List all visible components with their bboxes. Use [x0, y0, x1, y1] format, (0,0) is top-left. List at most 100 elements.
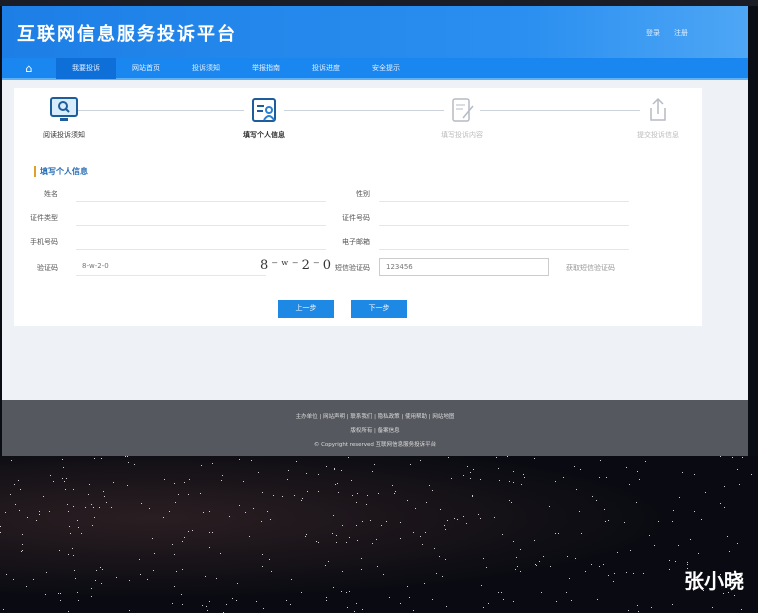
star	[173, 483, 175, 485]
star	[432, 598, 434, 600]
phone-input[interactable]	[76, 232, 326, 250]
star	[650, 607, 652, 609]
star	[414, 507, 416, 509]
star	[356, 603, 358, 605]
star	[535, 564, 537, 566]
next-button[interactable]: 下一步	[351, 300, 407, 318]
star	[563, 476, 565, 478]
star	[639, 478, 641, 480]
star	[451, 478, 453, 480]
star	[101, 457, 103, 459]
star	[85, 507, 87, 509]
name-input[interactable]	[76, 184, 326, 202]
star	[353, 610, 355, 612]
star	[509, 499, 511, 501]
star	[682, 472, 684, 474]
email-input[interactable]	[379, 232, 629, 250]
star	[367, 495, 369, 497]
star	[189, 479, 191, 481]
star	[599, 477, 601, 479]
star	[377, 492, 379, 494]
star	[345, 592, 347, 594]
star	[62, 459, 63, 461]
get-sms-code-link[interactable]: 获取短信验证码	[566, 263, 615, 273]
star	[315, 540, 317, 542]
star	[317, 473, 319, 475]
id-number-input[interactable]	[379, 208, 629, 226]
star	[731, 457, 733, 459]
prev-button[interactable]: 上一步	[278, 300, 334, 318]
star	[261, 492, 263, 494]
nav-item-4[interactable]: 投诉进度	[296, 57, 356, 79]
star	[245, 511, 247, 513]
star	[66, 503, 68, 505]
home-icon[interactable]: ⌂	[2, 62, 56, 75]
star	[239, 505, 241, 507]
star	[325, 565, 327, 567]
form-row: 姓名 性别	[14, 184, 702, 206]
phone-label: 手机号码	[30, 238, 58, 246]
star	[208, 532, 210, 534]
captcha-image[interactable]: 8⁻ʷ⁻2⁻0	[260, 258, 334, 273]
star	[183, 481, 185, 483]
star	[67, 511, 69, 512]
star	[431, 489, 433, 491]
star	[377, 565, 379, 567]
nav-item-5[interactable]: 安全提示	[356, 57, 416, 79]
star	[169, 510, 171, 512]
star	[420, 536, 422, 538]
star	[613, 573, 615, 575]
star	[724, 506, 726, 508]
star	[317, 541, 319, 543]
star	[727, 536, 729, 538]
star	[182, 540, 184, 542]
star	[62, 466, 64, 468]
star	[301, 498, 303, 500]
id-type-select[interactable]	[76, 208, 326, 226]
nav-item-complain[interactable]: 我要投诉	[56, 57, 116, 79]
star	[286, 479, 288, 481]
star	[163, 517, 165, 519]
star	[129, 609, 131, 611]
star	[187, 531, 189, 533]
star	[174, 502, 176, 504]
star	[628, 609, 630, 611]
star	[93, 516, 95, 518]
star	[335, 483, 337, 485]
star	[356, 492, 358, 494]
star	[535, 564, 537, 566]
nav-item-2[interactable]: 投诉须知	[176, 57, 236, 79]
nav-item-1[interactable]: 网站首页	[116, 57, 176, 79]
star	[89, 483, 91, 485]
star	[457, 518, 459, 520]
sms-code-input[interactable]: 123456	[379, 258, 549, 276]
star	[400, 603, 402, 605]
captcha-input[interactable]: 8-w-2-0	[76, 258, 266, 276]
star	[469, 478, 471, 480]
star	[540, 592, 542, 594]
star	[565, 591, 567, 593]
star	[174, 553, 176, 555]
star	[204, 575, 206, 577]
star	[326, 596, 328, 598]
register-link[interactable]: 注册	[674, 29, 688, 37]
nav-item-3[interactable]: 举报指南	[236, 57, 296, 79]
star	[325, 599, 327, 601]
captcha-label: 验证码	[37, 264, 58, 272]
star	[94, 579, 96, 581]
star	[409, 464, 411, 466]
star	[26, 516, 28, 518]
star	[380, 525, 382, 527]
star	[361, 558, 363, 560]
star	[737, 542, 739, 544]
star	[61, 478, 63, 480]
desktop-starfield-background	[0, 456, 758, 613]
star	[573, 466, 575, 468]
gender-select[interactable]	[379, 184, 629, 202]
login-link[interactable]: 登录	[646, 29, 660, 37]
star	[520, 548, 522, 550]
star	[446, 520, 448, 522]
star	[289, 603, 291, 605]
star	[270, 571, 272, 573]
star	[21, 533, 23, 535]
